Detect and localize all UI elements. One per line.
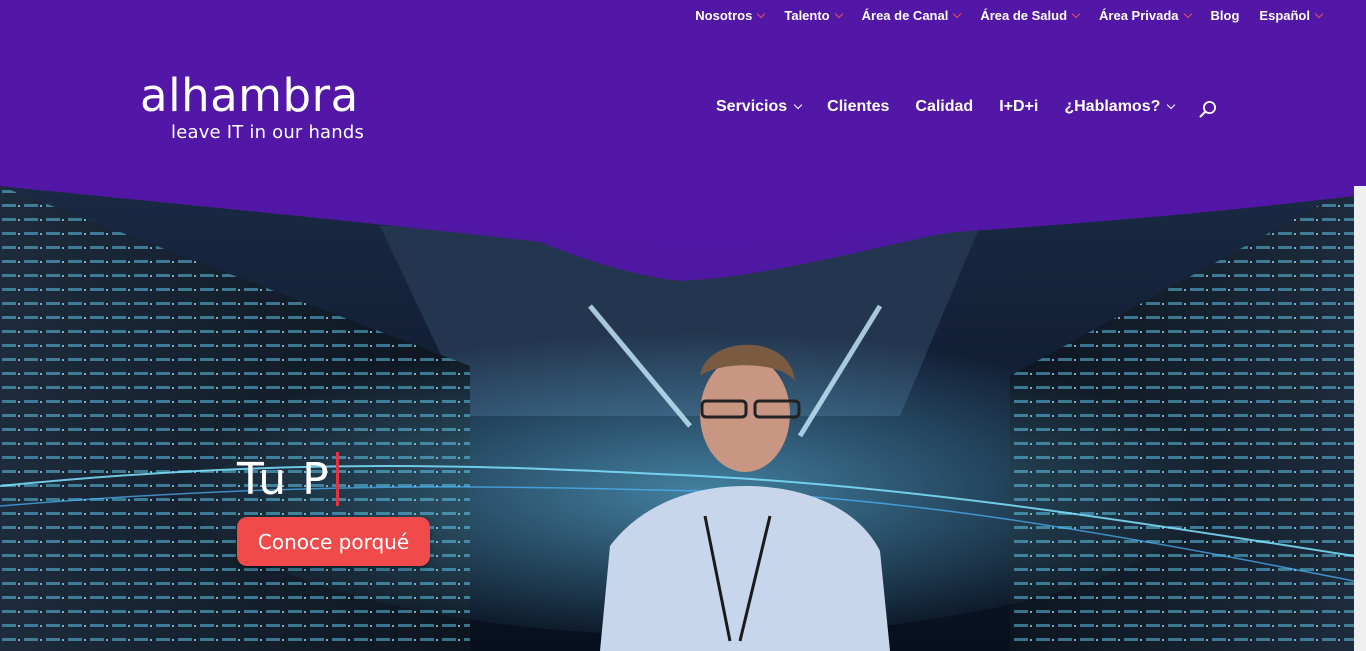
nav-item-clientes[interactable]: Clientes [827,98,889,116]
logo-tagline: leave IT in our hands [171,122,365,143]
nav-item-label: Calidad [915,98,974,115]
topnav-item-label: Blog [1210,8,1240,23]
typing-cursor [335,452,339,506]
chevron-down-icon [793,100,803,110]
topnav-item-nosotros[interactable]: Nosotros [695,8,766,23]
cta-button[interactable]: Conoce porqué [237,517,430,566]
chevron-down-icon [757,9,766,19]
site-logo[interactable]: alhambra leave IT in our hands [140,69,365,143]
chevron-down-icon [834,9,843,19]
hero-video [0,186,1354,651]
topnav-item-label: Área Privada [1099,8,1179,23]
hero-typed-headline: Tu P [237,452,339,506]
top-nav: Nosotros Talento Área de Canal Área de S… [695,8,1324,23]
topnav-item-label: Área de Canal [861,8,949,23]
topnav-item-label: Talento [784,8,830,23]
nav-item-label: I+D+i [999,98,1039,115]
topnav-item-blog[interactable]: Blog [1211,8,1240,23]
top-utility-bar: Nosotros Talento Área de Canal Área de S… [0,0,1366,34]
topnav-item-area-privada[interactable]: Área Privada [1099,8,1192,23]
nav-item-calidad[interactable]: Calidad [915,98,973,116]
nav-item-label: ¿Hablamos? [1064,98,1161,115]
chevron-down-icon [953,9,962,19]
nav-item-idi[interactable]: I+D+i [999,98,1038,116]
main-nav: Servicios Clientes Calidad I+D+i ¿Hablam… [716,98,1176,116]
chevron-down-icon [1314,9,1324,19]
chevron-down-icon [1183,9,1192,19]
chevron-down-icon [1167,100,1176,110]
search-icon[interactable] [1199,100,1217,118]
topnav-item-area-canal[interactable]: Área de Canal [861,8,962,23]
nav-item-servicios[interactable]: Servicios [716,98,803,116]
topnav-item-talento[interactable]: Talento [784,8,843,23]
nav-item-hablamos[interactable]: ¿Hablamos? [1064,98,1176,116]
topnav-item-label: Área de Salud [980,8,1068,23]
site-header: alhambra leave IT in our hands Servicios… [0,34,1366,194]
language-label: Español [1259,8,1310,23]
language-selector[interactable]: Español [1259,8,1324,23]
nav-item-label: Servicios [716,98,788,115]
hero-headline-text: Tu P [237,453,330,505]
topnav-item-label: Nosotros [695,8,753,23]
logo-wordmark: alhambra [140,69,359,122]
page-scrollbar[interactable] [1354,186,1366,651]
topnav-item-area-salud[interactable]: Área de Salud [980,8,1081,23]
chevron-down-icon [1071,9,1081,19]
nav-item-label: Clientes [827,98,890,115]
hero-background-image [0,186,1354,651]
